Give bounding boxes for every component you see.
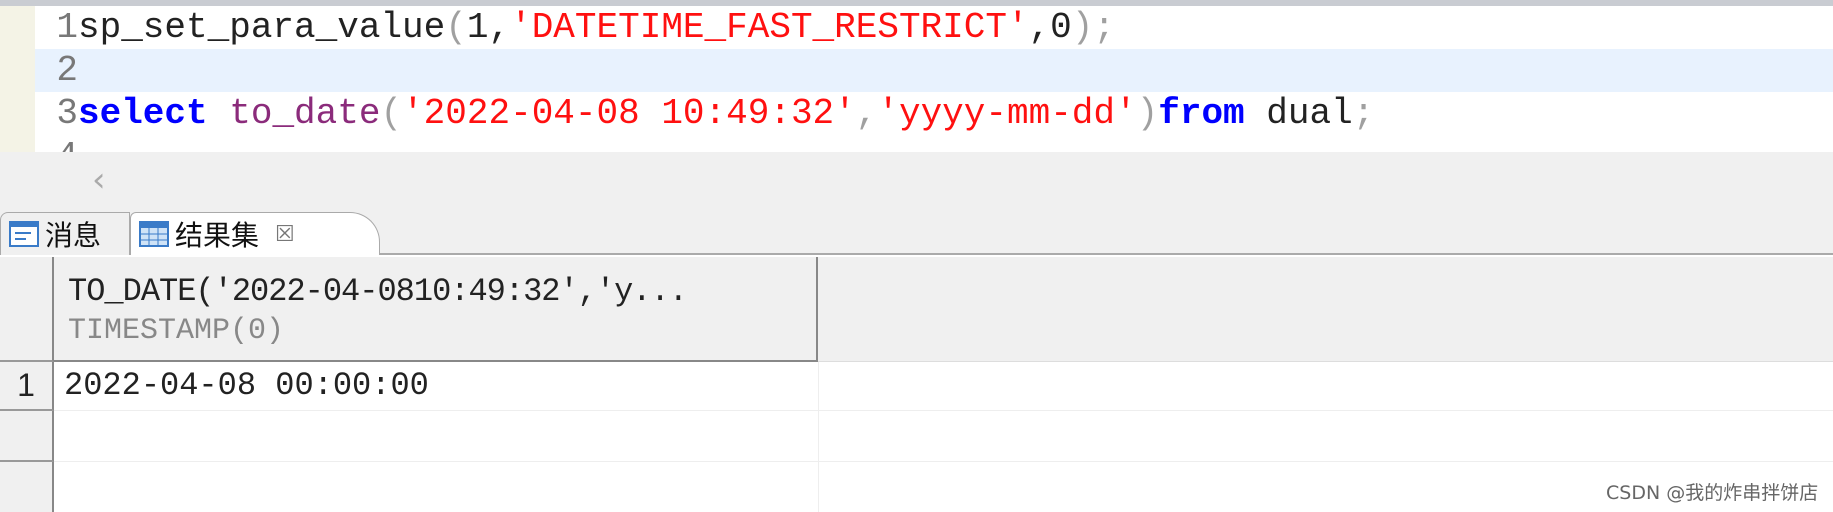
code-token: ; bbox=[1352, 93, 1375, 134]
line-number: 4 bbox=[35, 135, 78, 152]
corner-cell[interactable] bbox=[0, 257, 54, 362]
code-token: 'DATETIME_FAST_RESTRICT' bbox=[510, 7, 1029, 48]
code-line-4[interactable]: 4 bbox=[35, 135, 1833, 152]
close-icon[interactable]: ☒ bbox=[275, 222, 295, 247]
table-cell[interactable]: 2022-04-08 00:00:00 bbox=[54, 362, 1833, 411]
header-filler bbox=[818, 257, 1833, 362]
column-header[interactable]: TO_DATE('2022-04-0810:49:32','y... TIMES… bbox=[54, 257, 818, 362]
line-number: 3 bbox=[56, 93, 78, 134]
code-token: 'yyyy-mm-dd' bbox=[877, 93, 1137, 134]
result-grid: TO_DATE('2022-04-0810:49:32','y... TIMES… bbox=[0, 257, 1833, 512]
tab-result-set[interactable]: 结果集 ☒ bbox=[130, 212, 380, 255]
row-number-empty[interactable] bbox=[0, 411, 54, 462]
code-line-2[interactable]: 2 bbox=[35, 49, 1833, 92]
code-token: sp_set_para_value bbox=[78, 7, 446, 48]
sql-editor[interactable]: 1sp_set_para_value(1,'DATETIME_FAST_REST… bbox=[0, 6, 1833, 152]
table-grid-icon bbox=[139, 221, 169, 247]
code-token: , bbox=[855, 93, 878, 134]
column-divider bbox=[818, 362, 819, 512]
column-name: TO_DATE('2022-04-0810:49:32','y... bbox=[68, 273, 688, 310]
row-number[interactable]: 1 bbox=[0, 362, 54, 411]
code-token: select bbox=[78, 93, 208, 134]
code-token: ( bbox=[380, 93, 403, 134]
watermark: CSDN @我的炸串拌饼店 bbox=[1606, 482, 1819, 504]
message-icon bbox=[9, 221, 39, 247]
code-token: dual bbox=[1244, 93, 1353, 134]
empty-row bbox=[54, 411, 1833, 462]
tab-messages[interactable]: 消息 bbox=[0, 212, 130, 255]
result-tabs: 消息 结果集 ☒ bbox=[0, 208, 1833, 255]
code-token: to_date bbox=[229, 93, 381, 134]
code-token: ( bbox=[445, 7, 467, 48]
column-type: TIMESTAMP(0) bbox=[68, 314, 285, 348]
code-token: '2022-04-08 10:49:32' bbox=[402, 93, 856, 134]
row-number-empty[interactable] bbox=[0, 462, 54, 512]
tab-label: 消息 bbox=[45, 219, 102, 252]
code-token: ,0 bbox=[1028, 7, 1072, 48]
scroll-left-icon[interactable]: ‹ bbox=[92, 160, 106, 200]
line-number: 1 bbox=[56, 7, 78, 48]
horizontal-scrollbar[interactable]: ‹ bbox=[0, 152, 1833, 208]
editor-gutter bbox=[0, 6, 35, 152]
code-token: from bbox=[1158, 93, 1245, 134]
code-line-3[interactable]: 3select to_date('2022-04-08 10:49:32','y… bbox=[35, 92, 1833, 135]
code-token: ) bbox=[1071, 7, 1094, 48]
code-token: ; bbox=[1093, 7, 1116, 48]
code-token: 1, bbox=[466, 7, 511, 48]
code-token: ) bbox=[1136, 93, 1159, 134]
code-line-1[interactable]: 1sp_set_para_value(1,'DATETIME_FAST_REST… bbox=[35, 6, 1833, 49]
line-number: 2 bbox=[56, 50, 78, 91]
tab-label: 结果集 bbox=[175, 219, 260, 252]
